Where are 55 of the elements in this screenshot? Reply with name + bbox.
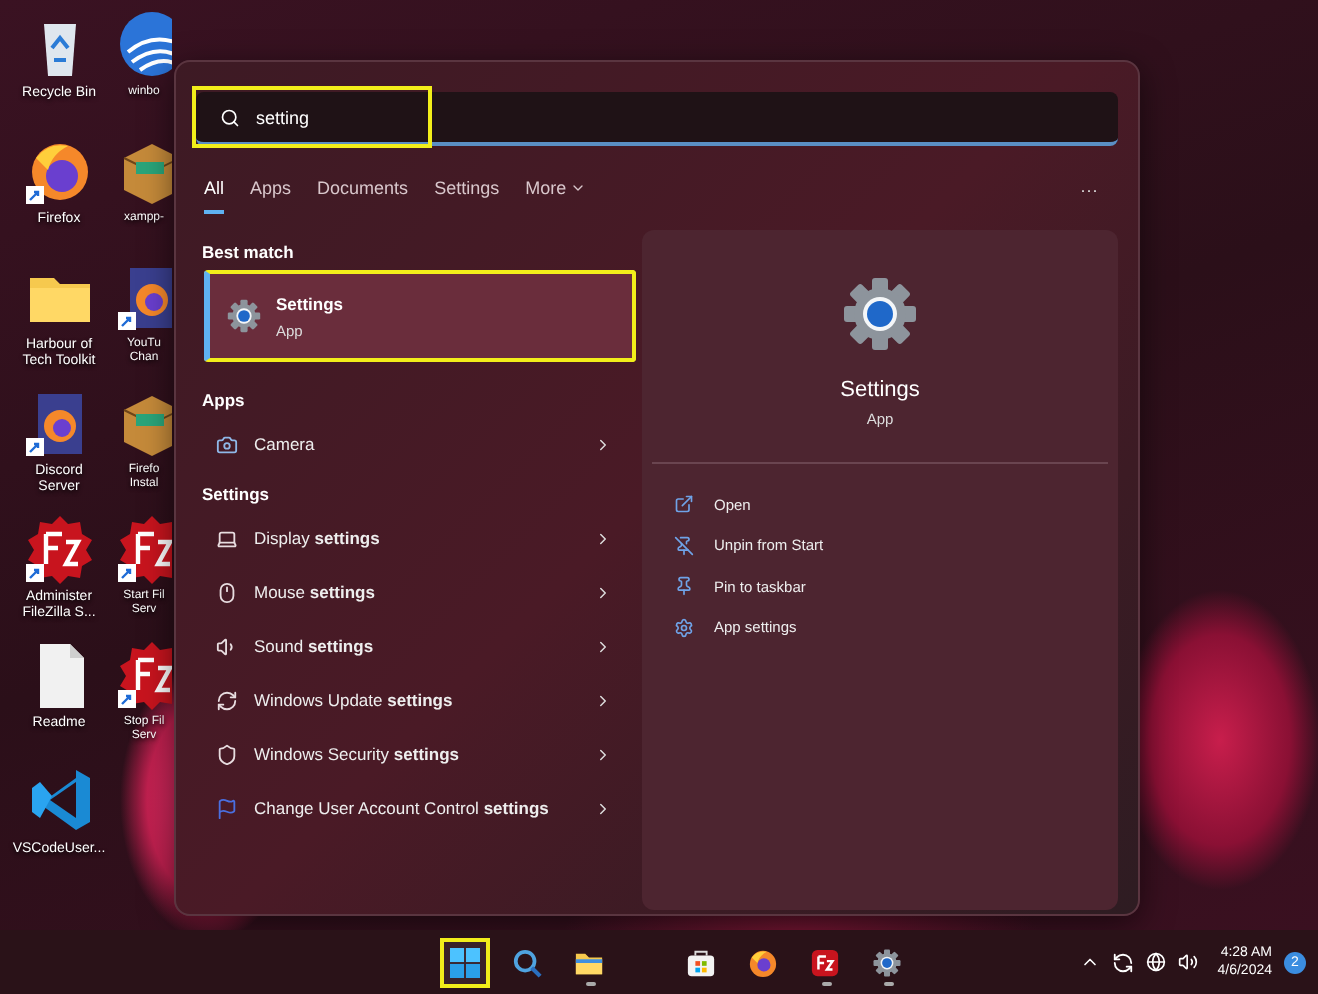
search-icon: [512, 947, 542, 977]
open-icon: [674, 494, 694, 515]
section-heading: Apps: [200, 388, 247, 414]
preview-title: Settings: [840, 378, 920, 402]
section-heading: Settings: [200, 482, 272, 508]
speaker-icon[interactable]: [1177, 952, 1198, 972]
chevron-right-icon: [594, 638, 612, 656]
camera-icon: [216, 434, 238, 456]
settings-icon: [674, 617, 694, 638]
shield-icon: [216, 744, 238, 766]
gear-icon: [872, 947, 902, 977]
ftp-app-icon: [810, 947, 840, 977]
filter-tab[interactable]: Apps: [250, 178, 292, 214]
shopping-bag-icon: [686, 947, 716, 977]
chevron-right-icon: [594, 530, 612, 548]
filter-tab[interactable]: All: [204, 178, 225, 214]
search-icon: [220, 107, 240, 127]
windows-logo-icon: [450, 947, 480, 977]
taskbar-button[interactable]: [440, 937, 490, 987]
more-options-button[interactable]: ···: [1068, 180, 1110, 212]
search-result[interactable]: Windows Update settings: [196, 674, 628, 728]
chevron-right-icon: [594, 746, 612, 764]
chevron-right-icon: [594, 800, 612, 818]
section-heading: Best match: [200, 240, 296, 266]
settings-app-icon: [840, 274, 920, 354]
search-result[interactable]: Sound settings: [196, 620, 628, 674]
mouse-icon: [216, 582, 238, 604]
search-result[interactable]: Windows Security settings: [196, 728, 628, 782]
globe-icon[interactable]: [116, 8, 172, 80]
search-result[interactable]: Mouse settings: [196, 566, 628, 620]
result-title: Settings: [276, 293, 344, 313]
chevron-right-icon: [594, 436, 612, 454]
sync-icon[interactable]: [1111, 951, 1134, 973]
laptop-icon: [216, 528, 238, 550]
search-result[interactable]: Display settings: [196, 512, 628, 566]
flag-icon: [216, 798, 238, 820]
search-result[interactable]: Camera: [196, 418, 628, 472]
search-field[interactable]: setting: [196, 92, 1118, 146]
speaker-icon: [216, 636, 238, 658]
search-result[interactable]: Change User Account Control settings: [196, 782, 628, 836]
filter-tab[interactable]: Documents: [317, 178, 409, 214]
caret-icon: [570, 180, 587, 196]
unpin-icon: [674, 535, 694, 556]
pin-icon: [674, 576, 694, 597]
gear-icon: [226, 298, 262, 334]
browser-icon: [748, 947, 778, 977]
refresh-icon: [216, 690, 238, 712]
ftp-app-icon[interactable]: [23, 512, 95, 584]
globe-icon[interactable]: [1145, 952, 1166, 972]
ftp-app-icon[interactable]: [116, 512, 172, 584]
filter-tab[interactable]: More: [525, 178, 587, 214]
ftp-app-icon[interactable]: [116, 638, 172, 710]
chevron-right-icon: [594, 584, 612, 602]
chevron-right-icon: [594, 692, 612, 710]
filter-tab[interactable]: Settings: [434, 178, 500, 214]
